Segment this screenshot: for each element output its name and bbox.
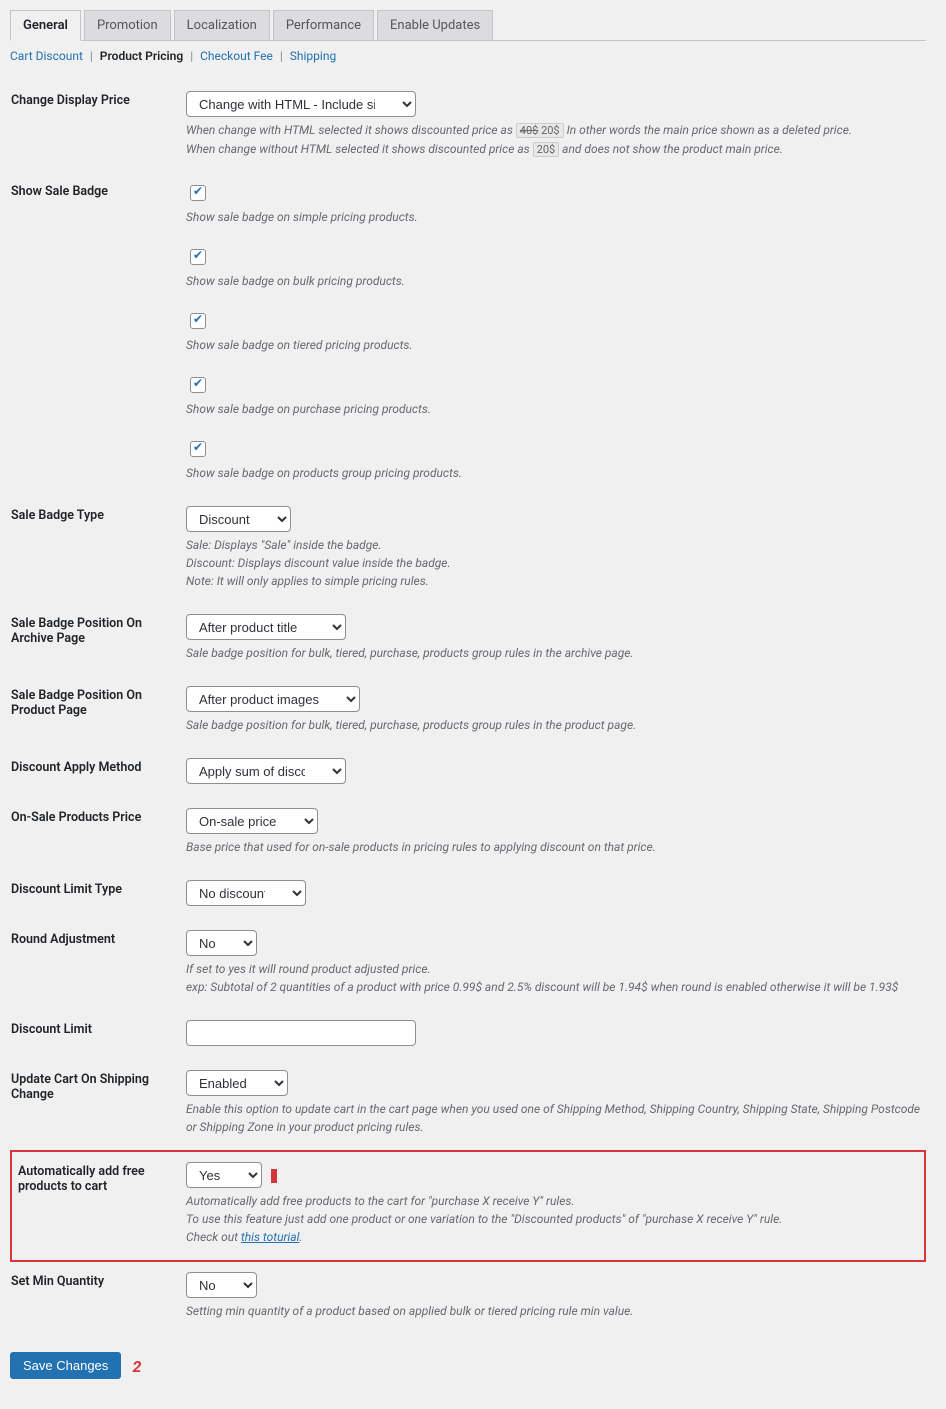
label-round-adjustment: Round Adjustment [11, 920, 186, 1010]
select-sale-badge-pos-product[interactable]: After product images [186, 686, 360, 712]
checkbox-sale-badge-tiered[interactable] [190, 313, 206, 329]
sub-tabs: Cart Discount | Product Pricing | Checko… [10, 49, 926, 63]
subtab-cart-discount[interactable]: Cart Discount [10, 49, 83, 63]
desc-sale-badge-purchase: Show sale badge on purchase pricing prod… [186, 400, 925, 418]
select-discount-limit-type[interactable]: No discount limit [186, 880, 306, 906]
desc-auto-add-free: Automatically add free products to the c… [186, 1192, 924, 1246]
callout-marker-1 [271, 1169, 277, 1183]
desc-onsale-products-price: Base price that used for on-sale product… [186, 838, 925, 856]
tab-performance[interactable]: Performance [273, 10, 374, 41]
save-button[interactable]: Save Changes [10, 1352, 121, 1379]
desc-sale-badge-group: Show sale badge on products group pricin… [186, 464, 925, 482]
select-sale-badge-pos-archive[interactable]: After product title [186, 614, 346, 640]
desc-change-display-price: When change with HTML selected it shows … [186, 121, 925, 158]
select-onsale-products-price[interactable]: On-sale price [186, 808, 318, 834]
label-auto-add-free: Automatically add free products to cart [11, 1151, 186, 1261]
checkbox-sale-badge-group[interactable] [190, 441, 206, 457]
select-auto-add-free[interactable]: Yes [186, 1162, 262, 1188]
desc-sale-badge-type: Sale: Displays "Sale" inside the badge. … [186, 536, 925, 590]
select-sale-badge-type[interactable]: Discount [186, 506, 291, 532]
top-tabs: General Promotion Localization Performan… [10, 10, 926, 41]
desc-update-cart-shipping: Enable this option to update cart in the… [186, 1100, 925, 1136]
desc-set-min-qty: Setting min quantity of a product based … [186, 1302, 925, 1320]
desc-sale-badge-simple: Show sale badge on simple pricing produc… [186, 208, 925, 226]
label-discount-apply-method: Discount Apply Method [11, 748, 186, 798]
checkbox-sale-badge-bulk[interactable] [190, 249, 206, 265]
tab-general[interactable]: General [10, 10, 81, 41]
label-sale-badge-pos-archive: Sale Badge Position On Archive Page [11, 604, 186, 676]
label-sale-badge-pos-product: Sale Badge Position On Product Page [11, 676, 186, 748]
settings-form: Change Display Price Change with HTML - … [10, 81, 926, 1334]
desc-sale-badge-bulk: Show sale badge on bulk pricing products… [186, 272, 925, 290]
tab-enable-updates[interactable]: Enable Updates [377, 10, 493, 41]
label-onsale-products-price: On-Sale Products Price [11, 798, 186, 870]
subtab-checkout-fee[interactable]: Checkout Fee [200, 49, 273, 63]
label-set-min-qty: Set Min Quantity [11, 1261, 186, 1334]
subtab-shipping[interactable]: Shipping [290, 49, 336, 63]
checkbox-sale-badge-purchase[interactable] [190, 377, 206, 393]
select-update-cart-shipping[interactable]: Enabled [186, 1070, 288, 1096]
label-sale-badge-type: Sale Badge Type [11, 496, 186, 604]
desc-sale-badge-pos-archive: Sale badge position for bulk, tiered, pu… [186, 644, 925, 662]
tab-localization[interactable]: Localization [174, 10, 270, 41]
desc-sale-badge-pos-product: Sale badge position for bulk, tiered, pu… [186, 716, 925, 734]
label-change-display-price: Change Display Price [11, 81, 186, 172]
link-toturial[interactable]: this toturial [241, 1230, 300, 1244]
desc-round-adjustment: If set to yes it will round product adju… [186, 960, 925, 996]
subtab-product-pricing[interactable]: Product Pricing [100, 49, 183, 63]
select-change-display-price[interactable]: Change with HTML - Include simple adjust… [186, 91, 416, 117]
callout-marker-2: 2 [133, 1357, 142, 1376]
label-discount-limit-type: Discount Limit Type [11, 870, 186, 920]
select-discount-apply-method[interactable]: Apply sum of discounts [186, 758, 346, 784]
label-discount-limit: Discount Limit [11, 1010, 186, 1060]
desc-sale-badge-tiered: Show sale badge on tiered pricing produc… [186, 336, 925, 354]
label-update-cart-shipping: Update Cart On Shipping Change [11, 1060, 186, 1151]
tab-promotion[interactable]: Promotion [84, 10, 171, 41]
checkbox-sale-badge-simple[interactable] [190, 185, 206, 201]
select-set-min-qty[interactable]: No [186, 1272, 257, 1298]
label-show-sale-badge: Show Sale Badge [11, 172, 186, 496]
select-round-adjustment[interactable]: No [186, 930, 257, 956]
